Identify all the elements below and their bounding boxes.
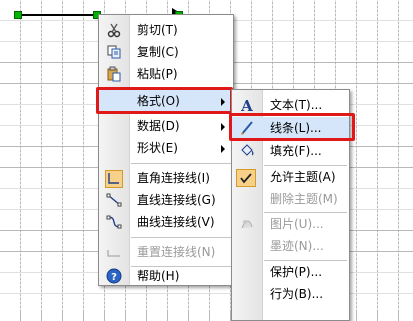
submenu-item-label: 填充(F)...	[270, 144, 322, 158]
scissors-icon	[106, 22, 122, 38]
submenu-arrow-icon	[221, 98, 225, 106]
menu-item-right-angle-connector[interactable]: 直角连接线(I)	[99, 167, 233, 189]
connector-start-handle[interactable]	[14, 11, 22, 19]
menu-item-label: 直角连接线(I)	[137, 171, 210, 185]
menu-item-label: 粘贴(P)	[137, 67, 178, 81]
menu-separator	[131, 163, 231, 164]
menu-item-copy[interactable]: 复制(C)	[99, 41, 233, 63]
menu-item-data[interactable]: 数据(D)	[99, 115, 233, 137]
submenu-item-allow-theme[interactable]: 允许主题(A)	[232, 166, 349, 188]
straight-connector-icon	[106, 192, 122, 208]
submenu-item-protection[interactable]: 保护(P)...	[232, 261, 349, 283]
svg-text:A: A	[240, 97, 253, 113]
format-submenu: A 文本(T)... 线条(L)... 填充(F)... 允许主题(A) 删除主…	[231, 89, 350, 321]
submenu-item-text[interactable]: A 文本(T)...	[232, 94, 349, 116]
svg-text:?: ?	[111, 272, 117, 283]
submenu-item-label: 墨迹(N)...	[270, 239, 324, 253]
menu-item-format[interactable]: 格式(O)	[99, 90, 233, 112]
paste-icon	[106, 66, 122, 82]
submenu-arrow-icon	[221, 123, 225, 131]
fill-bucket-icon	[239, 143, 255, 159]
picture-icon	[239, 216, 255, 232]
menu-item-label: 直线连接线(G)	[137, 193, 216, 207]
menu-item-curved-connector[interactable]: 曲线连接线(V)	[99, 211, 233, 233]
menu-item-help[interactable]: ? 帮助(H)	[99, 267, 233, 285]
submenu-arrow-icon	[221, 145, 225, 153]
submenu-item-delete-theme[interactable]: 删除主题(M)	[232, 188, 349, 210]
menu-item-label: 复制(C)	[137, 45, 179, 59]
menu-item-label: 格式(O)	[137, 94, 180, 108]
submenu-item-label: 允许主题(A)	[270, 170, 336, 184]
submenu-item-label: 图片(U)...	[270, 217, 324, 231]
text-format-icon: A	[239, 97, 255, 115]
menu-item-label: 帮助(H)	[137, 269, 180, 283]
menu-item-label: 形状(E)	[137, 141, 178, 155]
menu-item-straight-connector[interactable]: 直线连接线(G)	[99, 189, 233, 211]
submenu-item-line[interactable]: 线条(L)...	[232, 117, 349, 139]
submenu-item-label: 文本(T)...	[270, 98, 323, 112]
menu-item-label: 重置连接线(N)	[137, 245, 216, 259]
help-icon: ?	[106, 268, 122, 284]
curved-connector-icon	[106, 214, 122, 230]
menu-item-label: 曲线连接线(V)	[137, 215, 215, 229]
menu-separator	[131, 237, 231, 238]
submenu-item-label: 保护(P)...	[270, 265, 323, 279]
submenu-item-fill[interactable]: 填充(F)...	[232, 140, 349, 162]
menu-item-label: 数据(D)	[137, 119, 180, 133]
menu-item-reset-connector[interactable]: 重置连接线(N)	[99, 241, 233, 263]
line-pen-icon	[239, 120, 255, 136]
menu-item-cut[interactable]: 剪切(T)	[99, 19, 233, 41]
submenu-item-behavior[interactable]: 行为(B)...	[232, 283, 349, 305]
checkmark-icon	[236, 169, 256, 187]
submenu-item-picture[interactable]: 图片(U)...	[232, 213, 349, 235]
context-menu: 剪切(T) 复制(C) 粘贴(P) 格式(O) 数据(D) 形状(E) 直角连接…	[98, 14, 234, 286]
menu-item-shape[interactable]: 形状(E)	[99, 137, 233, 159]
submenu-item-label: 行为(B)...	[270, 287, 324, 301]
copy-icon	[106, 44, 122, 60]
menu-item-paste[interactable]: 粘贴(P)	[99, 63, 233, 85]
reset-connector-icon	[106, 244, 122, 260]
submenu-item-label: 删除主题(M)	[270, 192, 338, 206]
submenu-item-ink[interactable]: 墨迹(N)...	[232, 235, 349, 257]
submenu-item-label: 线条(L)...	[270, 121, 322, 135]
menu-item-label: 剪切(T)	[137, 23, 178, 37]
right-angle-connector-icon	[105, 170, 123, 188]
